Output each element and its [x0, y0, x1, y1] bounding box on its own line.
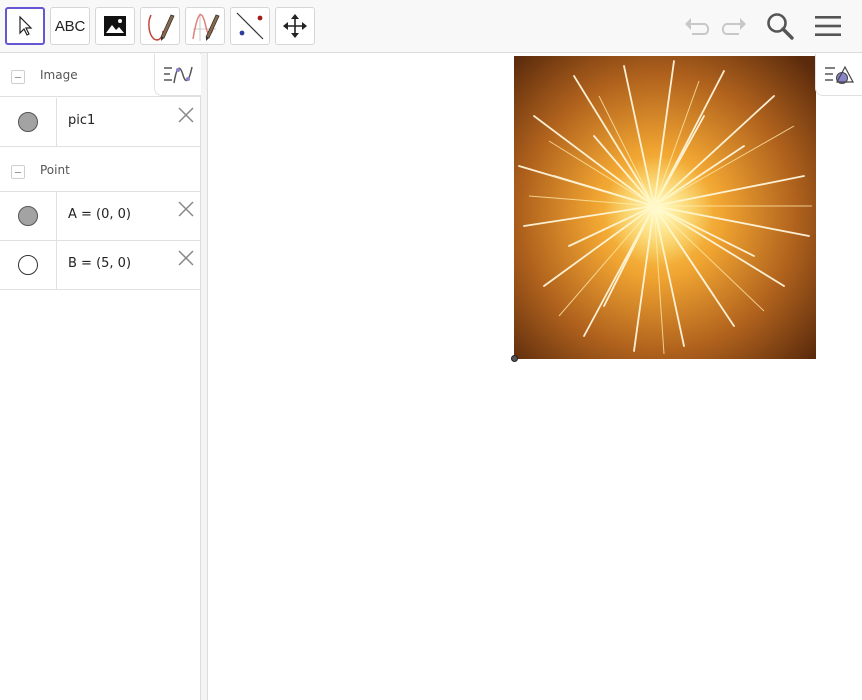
- marble-cell: [0, 192, 57, 240]
- panel-splitter[interactable]: [201, 53, 208, 700]
- group-label: Point: [40, 163, 70, 177]
- point-on-line-tool-button[interactable]: [230, 7, 270, 45]
- collapse-group-toggle[interactable]: [11, 165, 25, 179]
- undo-icon: [685, 18, 710, 35]
- pen-icon: [148, 14, 175, 41]
- algebra-item-point-b[interactable]: B = (5, 0): [0, 241, 200, 290]
- algebra-item-text[interactable]: pic1: [68, 113, 95, 128]
- redo-icon: [721, 18, 746, 35]
- pen-tool-button[interactable]: [140, 7, 180, 45]
- redo-button[interactable]: [716, 8, 752, 44]
- algebra-item-point-a[interactable]: A = (0, 0): [0, 192, 200, 241]
- freehand-function-tool-button[interactable]: [185, 7, 225, 45]
- algebra-item-text[interactable]: B = (5, 0): [68, 256, 131, 271]
- function-pen-icon: [192, 13, 220, 41]
- algebra-style-button[interactable]: [154, 54, 201, 96]
- algebra-style-icon: [164, 66, 193, 83]
- visibility-marble[interactable]: [18, 255, 38, 275]
- search-button[interactable]: [762, 8, 798, 44]
- group-label: Image: [40, 68, 78, 82]
- close-icon[interactable]: [175, 198, 197, 220]
- toolbar: ABC: [0, 0, 862, 53]
- fireworks-image[interactable]: [514, 56, 816, 359]
- algebra-item-text[interactable]: A = (0, 0): [68, 207, 131, 222]
- search-icon: [767, 13, 794, 40]
- marble-cell: [0, 98, 57, 146]
- main-menu-button[interactable]: [810, 8, 846, 44]
- undo-button[interactable]: [679, 8, 715, 44]
- algebra-panel: Image pic1 Point A = (0, 0) B = (5, 0): [0, 53, 201, 700]
- text-tool-label: ABC: [54, 17, 86, 35]
- graphics-style-button[interactable]: [815, 54, 862, 96]
- image-corner-point[interactable]: [511, 355, 518, 362]
- group-header-point[interactable]: Point: [0, 148, 200, 192]
- algebra-item-pic1[interactable]: pic1: [0, 98, 200, 147]
- image-icon: [104, 16, 126, 36]
- text-tool-button[interactable]: ABC: [50, 7, 90, 45]
- cursor-arrow-icon: [19, 15, 33, 36]
- marble-cell: [0, 241, 57, 289]
- hamburger-menu-icon: [815, 16, 841, 36]
- visibility-marble[interactable]: [18, 112, 38, 132]
- line-points-icon: [236, 12, 264, 40]
- move-arrows-icon: [283, 14, 307, 38]
- image-tool-button[interactable]: [95, 7, 135, 45]
- close-icon[interactable]: [175, 104, 197, 126]
- collapse-group-toggle[interactable]: [11, 70, 25, 84]
- fireworks-picture: [514, 56, 816, 359]
- move-graphics-view-tool-button[interactable]: [275, 7, 315, 45]
- graphics-style-icon: [825, 65, 854, 84]
- move-tool-button[interactable]: [5, 7, 45, 45]
- close-icon[interactable]: [175, 247, 197, 269]
- visibility-marble[interactable]: [18, 206, 38, 226]
